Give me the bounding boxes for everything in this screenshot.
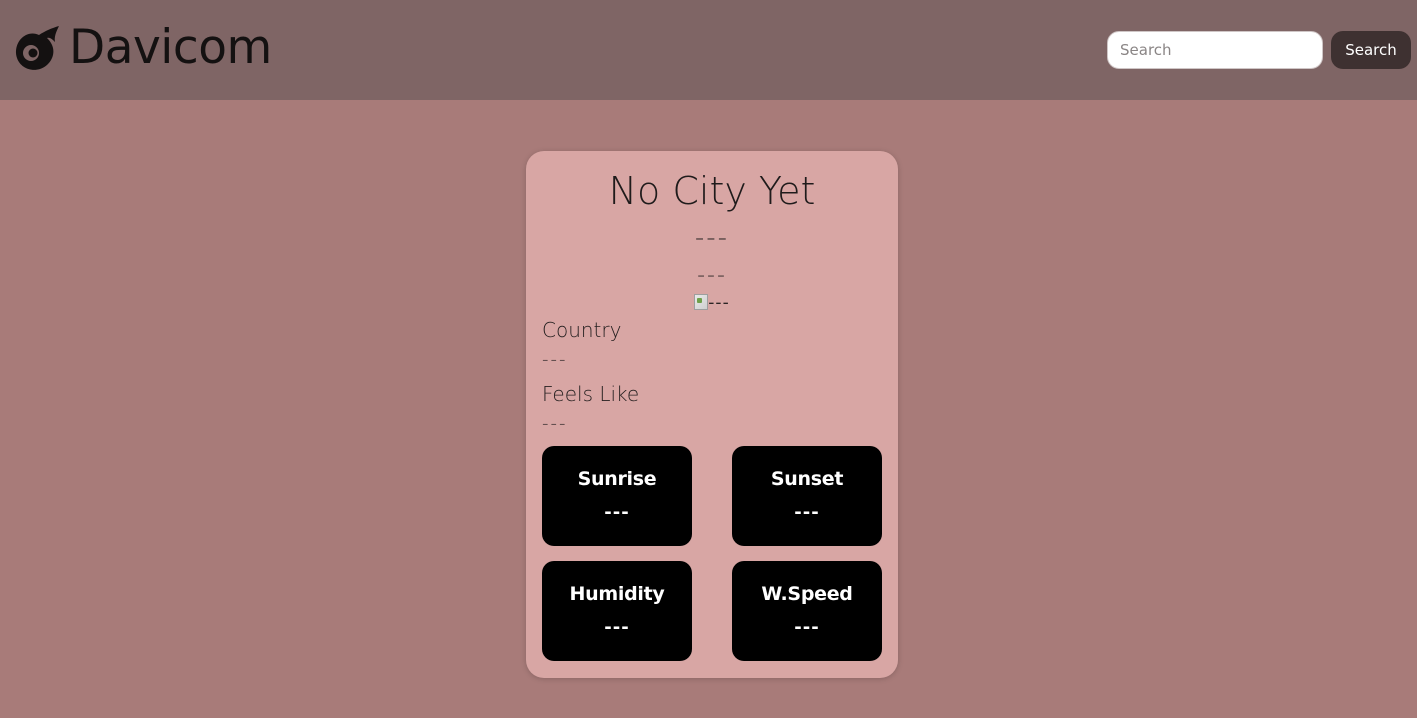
sunrise-value: --- [604,502,630,523]
feels-like-value: --- [542,413,568,434]
country-label: Country [542,318,622,342]
navbar: Davicom Search [0,0,1417,100]
sunset-label: Sunset [770,468,844,490]
comet-logo-icon [16,26,59,70]
brand-link[interactable]: Davicom [12,18,272,78]
feels-like-label: Feels Like [542,382,640,406]
humidity-tile: Humidity --- [542,561,692,661]
search-button[interactable]: Search [1331,31,1411,69]
weather-description: --- [697,263,727,288]
broken-image-icon [694,294,709,310]
sunset-value: --- [794,502,820,523]
wind-speed-value: --- [794,617,820,638]
search-input[interactable] [1107,31,1323,69]
sunrise-tile: Sunrise --- [542,446,692,546]
wind-speed-label: W.Speed [761,583,853,605]
weather-icon-alt: --- [708,293,730,313]
temperature-value: --- [694,223,730,253]
brand-name: Davicom [69,20,272,75]
humidity-value: --- [604,617,630,638]
weather-icon: --- [526,293,898,313]
sunrise-label: Sunrise [577,468,657,490]
country-value: --- [542,349,568,370]
humidity-label: Humidity [569,583,665,605]
wind-speed-tile: W.Speed --- [732,561,882,661]
weather-card: No City Yet --- --- --- Country --- Feel… [526,151,898,678]
sunset-tile: Sunset --- [732,446,882,546]
city-name: No City Yet [608,169,816,213]
